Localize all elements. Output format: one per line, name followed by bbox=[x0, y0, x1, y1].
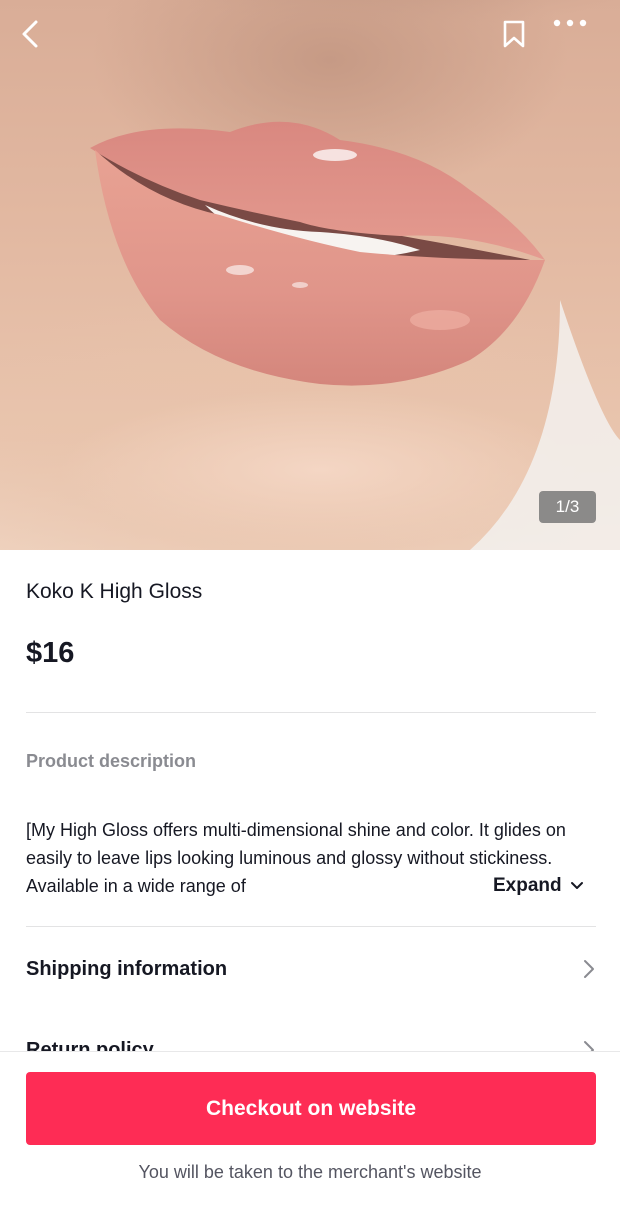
back-button[interactable] bbox=[18, 18, 58, 58]
divider bbox=[26, 712, 596, 713]
product-description-heading: Product description bbox=[26, 751, 197, 771]
checkout-on-website-button[interactable]: Checkout on website bbox=[26, 1072, 596, 1145]
more-options-button[interactable] bbox=[552, 18, 600, 58]
expand-label: Expand bbox=[493, 875, 562, 896]
divider bbox=[26, 926, 596, 927]
bookmark-icon bbox=[503, 20, 525, 48]
description-fade bbox=[380, 872, 490, 900]
image-counter-badge: 1/3 bbox=[539, 491, 596, 523]
product-price: $16 bbox=[26, 637, 75, 669]
chevron-right-icon bbox=[584, 960, 594, 978]
bookmark-button[interactable] bbox=[500, 18, 540, 58]
more-dots-icon bbox=[553, 19, 587, 27]
merchant-redirect-note: You will be taken to the merchant's webs… bbox=[138, 1162, 482, 1182]
product-title: Koko K High Gloss bbox=[26, 580, 203, 603]
expand-description-button[interactable]: Expand bbox=[493, 872, 584, 900]
shipping-information-label: Shipping information bbox=[26, 957, 228, 980]
lips-photo bbox=[60, 0, 620, 550]
shipping-information-row[interactable]: Shipping information bbox=[26, 949, 596, 989]
checkout-bar: Checkout on website You will be taken to… bbox=[0, 1051, 620, 1210]
product-image-gallery[interactable]: 1/3 bbox=[0, 0, 620, 550]
chevron-left-icon bbox=[22, 20, 38, 48]
chevron-down-icon bbox=[570, 882, 583, 889]
